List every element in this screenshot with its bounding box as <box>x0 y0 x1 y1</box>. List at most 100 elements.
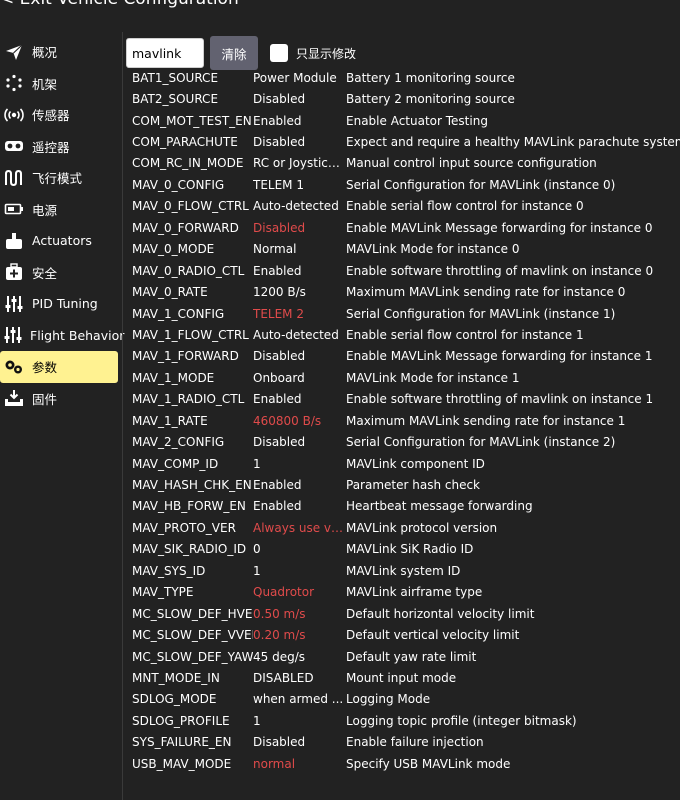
table-row[interactable]: MC_SLOW_DEF_YAWR 45 deg/s Default yaw rate… <box>126 646 680 667</box>
param-value[interactable]: when armed ... <box>253 692 346 706</box>
sidebar-item-parameters[interactable]: 参数 <box>0 351 118 383</box>
param-value[interactable]: 45 deg/s <box>253 650 346 664</box>
param-value[interactable]: Auto-detected <box>253 328 346 342</box>
param-value[interactable]: TELEM 2 <box>253 307 346 321</box>
param-description: MAVLink protocol version <box>346 520 498 535</box>
table-row[interactable]: MAV_0_RADIO_CTL Enabled Enable software th… <box>126 260 680 281</box>
medical-kit-icon <box>4 262 24 282</box>
sidebar-item-airframe[interactable]: 机架 <box>0 68 118 100</box>
param-value[interactable]: Normal <box>253 242 346 256</box>
param-description: Manual control input source configuratio… <box>346 156 597 171</box>
sidebar-item-flight-modes[interactable]: 飞行模式 <box>0 162 118 194</box>
table-row[interactable]: MAV_SYS_ID 1 MAVLink system ID <box>126 560 680 581</box>
table-row[interactable]: MNT_MODE_IN DISABLED Mount input mode <box>126 667 680 688</box>
table-row[interactable]: MC_SLOW_DEF_VVEL 0.20 m/s Default vertical… <box>126 624 680 645</box>
table-row[interactable]: BAT2_SOURCE Disabled Battery 2 monitoring … <box>126 88 680 109</box>
table-row[interactable]: MAV_HASH_CHK_EN Enabled Parameter hash che… <box>126 474 680 495</box>
table-row[interactable]: SDLOG_PROFILE 1 Logging topic profile (int… <box>126 710 680 731</box>
param-value[interactable]: Enabled <box>253 392 346 406</box>
table-row[interactable]: MAV_SIK_RADIO_ID 0 MAVLink SiK Radio ID <box>126 539 680 560</box>
param-value[interactable]: RC or Joystick ... <box>253 156 346 170</box>
param-name: MAV_0_MODE <box>132 242 215 257</box>
table-row[interactable]: MAV_1_FORWARD Disabled Enable MAVLink Mess… <box>126 346 680 367</box>
param-description: Logging topic profile (integer bitmask) <box>346 713 577 728</box>
table-row[interactable]: MAV_1_MODE Onboard MAVLink Mode for instan… <box>126 367 680 388</box>
sidebar-item-label: 电源 <box>32 202 58 218</box>
param-name: COM_PARACHUTE <box>132 135 238 150</box>
search-input[interactable] <box>126 38 204 68</box>
table-row[interactable]: MAV_1_RATE 460800 B/s Maximum MAVLink send… <box>126 410 680 431</box>
param-value[interactable]: Enabled <box>253 499 346 513</box>
param-value[interactable]: Onboard <box>253 371 346 385</box>
param-value[interactable]: Auto-detected <box>253 199 346 213</box>
param-value[interactable]: Disabled <box>253 221 346 235</box>
sidebar-item-firmware[interactable]: 固件 <box>0 383 118 415</box>
param-name: SDLOG_MODE <box>132 692 217 707</box>
table-row[interactable]: SDLOG_MODE when armed ... Logging Mode <box>126 689 680 710</box>
table-row[interactable]: BAT1_SOURCE Power Module Battery 1 monitor… <box>126 67 680 88</box>
sidebar-item-summary[interactable]: 概况 <box>0 36 118 68</box>
table-row[interactable]: MAV_1_CONFIG TELEM 2 Serial Configuration … <box>126 303 680 324</box>
sidebar-item-actuators[interactable]: Actuators <box>0 225 118 257</box>
table-row[interactable]: SYS_FAILURE_EN Disabled Enable failure inj… <box>126 732 680 753</box>
sidebar-item-sensors[interactable]: 传感器 <box>0 99 118 131</box>
param-value[interactable]: Disabled <box>253 735 346 749</box>
param-value[interactable]: Enabled <box>253 478 346 492</box>
table-row[interactable]: COM_PARACHUTE Disabled Expect and require … <box>126 131 680 152</box>
sidebar-item-pid-tuning[interactable]: PID Tuning <box>0 288 118 320</box>
param-value[interactable]: Enabled <box>253 114 346 128</box>
param-value[interactable]: normal <box>253 757 346 771</box>
table-row[interactable]: MAV_1_RADIO_CTL Enabled Enable software th… <box>126 389 680 410</box>
table-row[interactable]: USB_MAV_MODE normal Specify USB MAVLink mo… <box>126 753 680 774</box>
table-row[interactable]: MAV_0_FLOW_CTRL Auto-detected Enable seria… <box>126 196 680 217</box>
param-value[interactable]: 0.50 m/s <box>253 607 346 621</box>
clear-button[interactable]: 清除 <box>210 36 258 70</box>
table-row[interactable]: MAV_0_CONFIG TELEM 1 Serial Configuration … <box>126 174 680 195</box>
table-row[interactable]: MAV_0_MODE Normal MAVLink Mode for instanc… <box>126 239 680 260</box>
param-description: MAVLink airframe type <box>346 585 483 600</box>
param-value[interactable]: DISABLED <box>253 671 346 685</box>
param-value[interactable]: Disabled <box>253 349 346 363</box>
table-row[interactable]: MAV_COMP_ID 1 MAVLink component ID <box>126 453 680 474</box>
table-row[interactable]: COM_RC_IN_MODE RC or Joystick ... Manual c… <box>126 153 680 174</box>
table-row[interactable]: MAV_HB_FORW_EN Enabled Heartbeat message f… <box>126 496 680 517</box>
exit-vehicle-configuration-link[interactable]: < Exit Vehicle Configuration <box>0 0 239 10</box>
param-value[interactable]: 0.20 m/s <box>253 628 346 642</box>
table-row[interactable]: MAV_2_CONFIG Disabled Serial Configuration… <box>126 431 680 452</box>
param-value[interactable]: Disabled <box>253 92 346 106</box>
param-value[interactable]: Disabled <box>253 135 346 149</box>
param-value[interactable]: Enabled <box>253 264 346 278</box>
param-value[interactable]: Power Module <box>253 71 346 85</box>
sidebar-item-safety[interactable]: 安全 <box>0 257 118 289</box>
show-modified-checkbox[interactable] <box>270 44 288 62</box>
table-row[interactable]: MAV_1_FLOW_CTRL Auto-detected Enable seria… <box>126 324 680 345</box>
sidebar-item-flight-behavior[interactable]: Flight Behavior <box>0 320 124 352</box>
table-row[interactable]: COM_MOT_TEST_EN Enabled Enable Actuator Te… <box>126 110 680 131</box>
param-description: Heartbeat message forwarding <box>346 499 533 514</box>
param-value[interactable]: 1 <box>253 457 346 471</box>
param-value[interactable]: TELEM 1 <box>253 178 346 192</box>
param-description: Default horizontal velocity limit <box>346 606 535 621</box>
actuators-icon <box>4 231 24 251</box>
param-value[interactable]: Quadrotor <box>253 585 346 599</box>
show-modified-toggle[interactable]: 只显示修改 <box>270 44 356 62</box>
param-description: MAVLink Mode for instance 1 <box>346 370 520 385</box>
table-row[interactable]: MAV_TYPE Quadrotor MAVLink airframe type <box>126 582 680 603</box>
sidebar-item-radio[interactable]: 遥控器 <box>0 131 118 163</box>
table-row[interactable]: MAV_PROTO_VER Always use ve... MAVLink pro… <box>126 517 680 538</box>
param-value[interactable]: 1200 B/s <box>253 285 346 299</box>
param-value[interactable]: 1 <box>253 564 346 578</box>
table-row[interactable]: MAV_0_RATE 1200 B/s Maximum MAVLink sendin… <box>126 281 680 302</box>
param-value[interactable]: 1 <box>253 714 346 728</box>
sidebar-item-label: PID Tuning <box>32 296 98 312</box>
table-row[interactable]: MC_SLOW_DEF_HVEL 0.50 m/s Default horizont… <box>126 603 680 624</box>
sidebar-item-power[interactable]: 电源 <box>0 194 118 226</box>
param-value[interactable]: 460800 B/s <box>253 414 346 428</box>
param-description: MAVLink component ID <box>346 456 485 471</box>
param-value[interactable]: 0 <box>253 542 346 556</box>
table-row[interactable]: MAV_0_FORWARD Disabled Enable MAVLink Mess… <box>126 217 680 238</box>
param-value[interactable]: Disabled <box>253 435 346 449</box>
param-value[interactable]: Always use ve... <box>253 521 346 535</box>
param-name: USB_MAV_MODE <box>132 756 232 771</box>
param-name: MAV_1_RATE <box>132 413 208 428</box>
